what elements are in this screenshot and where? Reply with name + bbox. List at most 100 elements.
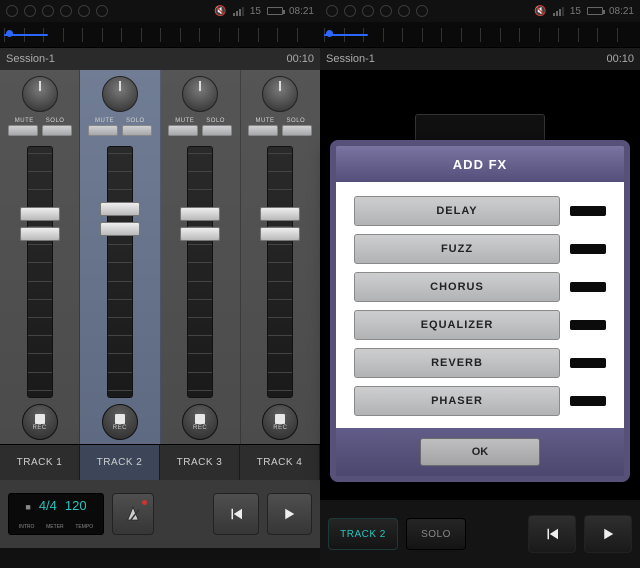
pan-knob[interactable] [262,76,298,112]
channel-track-4[interactable]: MUTE SOLO REC [241,70,320,444]
legend-meter: METER [46,524,64,530]
fader-handle[interactable] [180,207,220,241]
record-button[interactable]: REC [102,404,138,440]
solo-label: SOLO [46,118,65,124]
fader-track[interactable] [267,146,293,398]
drag-handle-icon[interactable] [570,396,606,406]
app-icon [344,5,356,17]
fader-handle[interactable] [20,207,60,241]
fx-option-phaser[interactable]: PHASER [354,386,560,416]
track-tab-1[interactable]: TRACK 1 [0,445,80,480]
solo-button[interactable] [202,125,232,136]
channel-track-3[interactable]: MUTESOLOREC [161,70,241,444]
solo-button[interactable] [122,125,152,136]
fx-list: DELAY FUZZ CHORUS EQUALIZER REVERB PHASER [336,182,624,428]
fx-option-delay[interactable]: DELAY [354,196,560,226]
speaker-off-icon: 🔇 [534,6,546,17]
tempo-value: 120 [65,498,87,513]
solo-button[interactable] [282,125,312,136]
mute-button[interactable] [168,125,198,136]
app-icon [398,5,410,17]
fx-option-fuzz[interactable]: FUZZ [354,234,560,264]
channel-track-2[interactable]: MUTESOLOREC [80,70,160,444]
mute-button[interactable] [88,125,118,136]
track-tab-2[interactable]: TRACK 2 [80,445,160,480]
drag-handle-icon[interactable] [570,320,606,330]
record-button[interactable]: REC [22,404,58,440]
pan-knob[interactable] [102,76,138,112]
app-icon [6,5,18,17]
playhead-icon[interactable] [6,30,13,37]
rec-label: REC [33,425,47,431]
app-icon [96,5,108,17]
timeline-strip[interactable] [320,22,640,48]
record-button[interactable]: REC [182,404,218,440]
drag-handle-icon[interactable] [570,282,606,292]
channel-track-1[interactable]: MUTE SOLO REC [0,70,80,444]
play-icon [280,505,298,523]
battery-icon [267,7,283,15]
mixer-screen: 🔇 15 08:21 Session-1 00:10 MUTE SOLO REC MU… [0,0,320,568]
pan-knob[interactable] [182,76,218,112]
modal-footer: OK [336,428,624,476]
drag-handle-icon[interactable] [570,244,606,254]
metronome-icon [124,505,142,523]
record-indicator-icon [142,500,147,505]
fx-modal-screen: 🔇 15 08:21 Session-1 00:10 ADD FX DELAYF… [320,0,640,568]
timeline-strip[interactable] [0,22,320,48]
mute-button[interactable] [8,125,38,136]
track-tab-4[interactable]: TRACK 4 [240,445,320,480]
fader-handle[interactable] [260,207,300,241]
status-bar: 🔇 15 08:21 [0,0,320,22]
mute-label: MUTE [175,118,194,124]
record-button[interactable]: REC [262,404,298,440]
track-label-bar: TRACK 1TRACK 2TRACK 3TRACK 4 [0,444,320,480]
play-icon [599,525,617,543]
app-icon [78,5,90,17]
pan-knob[interactable] [22,76,58,112]
rec-label: REC [193,425,207,431]
legend-tempo: TEMPO [75,524,93,530]
fx-option-reverb[interactable]: REVERB [354,348,560,378]
fx-row: REVERB [354,348,606,378]
track-tab-3[interactable]: TRACK 3 [160,445,240,480]
fader-track[interactable] [107,146,133,398]
battery-pct: 15 [570,6,581,17]
fx-row: PHASER [354,386,606,416]
app-icon [326,5,338,17]
session-name: Session-1 [6,53,55,65]
fader-handle[interactable] [100,202,140,236]
fx-option-chorus[interactable]: CHORUS [354,272,560,302]
playhead-icon[interactable] [326,30,333,37]
mute-button[interactable] [248,125,278,136]
solo-button[interactable] [42,125,72,136]
drag-handle-icon[interactable] [570,358,606,368]
fader-track[interactable] [187,146,213,398]
solo-label: SOLO [287,118,306,124]
skip-previous-icon [227,505,245,523]
active-track-button[interactable]: TRACK 2 [328,518,398,550]
rewind-button[interactable] [213,493,258,535]
battery-pct: 15 [250,6,261,17]
mute-label: MUTE [256,118,275,124]
session-time: 00:10 [286,53,314,65]
play-button[interactable] [584,515,632,553]
meter-display[interactable]: ■ 4/4 120 INTRO METER TEMPO [8,493,104,535]
fx-row: CHORUS [354,272,606,302]
stop-icon [115,414,125,424]
ok-button[interactable]: OK [420,438,540,466]
fx-option-equalizer[interactable]: EQUALIZER [354,310,560,340]
rewind-button[interactable] [528,515,576,553]
play-button[interactable] [267,493,312,535]
solo-button[interactable]: SOLO [406,518,466,550]
app-icon [362,5,374,17]
bottom-bar: TRACK 2 SOLO [320,500,640,568]
drag-handle-icon[interactable] [570,206,606,216]
clock: 08:21 [609,6,634,17]
fader-track[interactable] [27,146,53,398]
metronome-button[interactable] [112,493,154,535]
session-time: 00:10 [606,53,634,65]
session-bar: Session-1 00:10 [0,48,320,70]
mute-label: MUTE [15,118,34,124]
rec-label: REC [113,425,127,431]
